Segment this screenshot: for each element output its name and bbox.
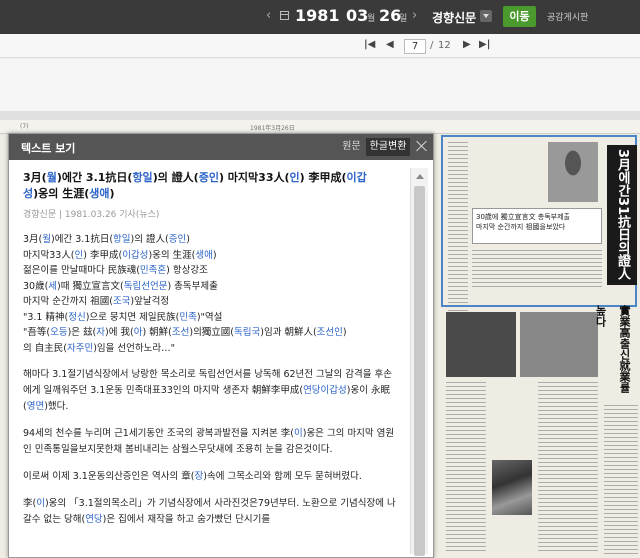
article-line: "吾等(오등)은 玆(자)에 我(아) 朝鮮(조선)의獨立國(독립국)임과 朝鮮…: [23, 327, 347, 338]
article-line: 젊은이를 만날때마다 民族魂(민족혼) 항상강조: [23, 265, 208, 276]
article-paragraph: 李(이)옹의 「3.1절의목소리」가 기념식장에서 사라진것은79년부터. 노환…: [23, 498, 396, 525]
blank-area: [0, 59, 640, 111]
article-body: 3月(월)에간 3.1抗日(항일)의 證人(증인) 마지막33人(인) 李甲成(…: [9, 160, 409, 557]
article-paragraph: 이로써 이제 3.1운동의산증인은 역사의 章(장)속에 그목소리와 함께 모두…: [23, 471, 362, 482]
top-navigation-bar: ‹ 1981 03 월 26 일 › 경향신문 이동 공감게시판: [0, 0, 640, 34]
ceremony-photo: [520, 312, 598, 377]
article-paragraph: 해마다 3.1절기념식장에서 낭랑한 목소리로 독립선언서를 낭독해 62년전 …: [23, 369, 393, 412]
article-line: 마지막33人(인) 李甲成(이갑성)옹의 生涯(생애): [23, 249, 217, 261]
first-page-button[interactable]: |◀: [364, 39, 375, 50]
month-selector[interactable]: 03: [346, 6, 368, 25]
original-text-tab[interactable]: 원문: [337, 138, 366, 156]
next-page-button[interactable]: ▶: [463, 39, 471, 50]
article-line: 마지막 순간까지 祖國(조국)앞날걱정: [23, 296, 170, 307]
month-unit: 월: [367, 14, 376, 24]
calendar-icon[interactable]: [280, 11, 289, 20]
scrollbar-thumb[interactable]: [414, 186, 425, 556]
hangul-convert-tab[interactable]: 한글변환: [366, 138, 410, 156]
article-line: 30歲(세)때 獨立宣言文(독립선언문) 총독부제출: [23, 280, 218, 292]
strip-date: 1981年3月26日: [250, 125, 295, 132]
page-total: 12: [438, 40, 451, 51]
prev-page-button[interactable]: ◀: [386, 39, 394, 50]
article-title: 3月(월)에간 3.1抗日(항일)의 證人(증인) 마지막33人(인) 李甲成(…: [23, 171, 367, 200]
text-view-panel: 텍스트 보기 원문 한글변환 3月(월)에간 3.1抗日(항일)의 證人(증인)…: [8, 133, 434, 558]
next-date-icon[interactable]: ›: [412, 8, 417, 23]
newspaper-selector[interactable]: 경향신문: [432, 9, 476, 26]
page-separator: /: [430, 40, 434, 51]
scroll-up-icon[interactable]: [416, 174, 424, 179]
article-meta: 경향신문 | 1981.03.26 기사(뉴스): [23, 210, 160, 220]
strip-page-number: (7): [20, 123, 29, 130]
page-number-input[interactable]: 7: [404, 39, 426, 54]
article-paragraph: 94세의 천수를 누리며 근1세기동안 조국의 광복과발전을 지켜본 李(이)옹…: [23, 428, 395, 455]
day-selector[interactable]: 26: [379, 6, 401, 25]
chevron-down-icon[interactable]: [480, 10, 492, 22]
newspaper-column: [446, 382, 486, 552]
article-line: 의 自主民(자주민)임을 선언하노라…": [23, 342, 175, 354]
newspaper-header-strip: (7) 1981年3月26日: [0, 120, 640, 134]
panel-header: 텍스트 보기 원문 한글변환: [9, 134, 433, 160]
newspaper-headline: 3月에간31抗日의證人: [607, 145, 637, 285]
article-line: "3.1 精神(정신)으로 뭉치면 제일民族(민족)"역설: [23, 311, 223, 323]
close-icon[interactable]: [415, 139, 429, 153]
panel-scrollbar[interactable]: [410, 168, 428, 556]
landscape-photo: [492, 460, 532, 515]
panel-title: 텍스트 보기: [21, 142, 76, 155]
prev-date-icon[interactable]: ‹: [266, 8, 271, 23]
day-unit: 일: [399, 14, 408, 24]
go-button[interactable]: 이동: [503, 6, 536, 27]
article-line: 3月(월)에간 3.1抗日(항일)의 證人(증인): [23, 234, 190, 245]
board-link[interactable]: 공감게시판: [547, 10, 588, 23]
mourners-photo: [446, 312, 516, 377]
newspaper-subheadline: 實業高출신就業률높다: [594, 305, 631, 393]
last-page-button[interactable]: ▶|: [479, 39, 490, 50]
year-selector[interactable]: 1981: [295, 6, 340, 25]
newspaper-column: [604, 405, 638, 555]
page-navigation: |◀ ◀ 7 / 12 ▶ ▶|: [0, 34, 640, 58]
newspaper-column: [538, 382, 598, 552]
